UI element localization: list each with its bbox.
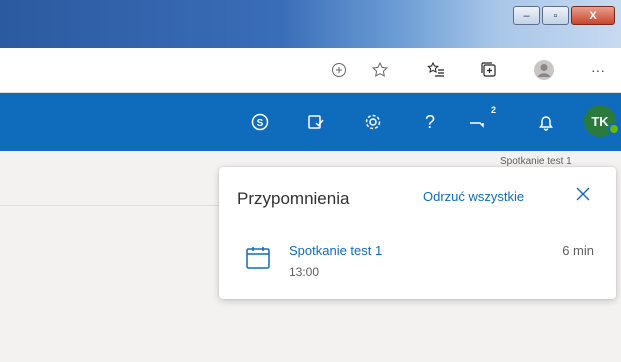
skype-icon[interactable]: S bbox=[248, 110, 272, 134]
gear-icon[interactable] bbox=[361, 110, 385, 134]
page-subtext: Spotkanie test 1 bbox=[500, 156, 572, 167]
maximize-button[interactable]: ▫ bbox=[542, 6, 569, 25]
reminder-title[interactable]: Spotkanie test 1 bbox=[289, 243, 382, 258]
svg-text:S: S bbox=[257, 118, 264, 129]
my-day-icon[interactable] bbox=[304, 110, 328, 134]
help-icon[interactable]: ? bbox=[418, 110, 442, 134]
chat-icon[interactable] bbox=[466, 110, 490, 134]
presence-status-icon bbox=[608, 123, 620, 135]
star-icon[interactable] bbox=[368, 58, 392, 82]
window-controls: – ▫ X bbox=[513, 6, 615, 25]
window-title-bar: – ▫ X bbox=[0, 0, 621, 48]
close-window-button[interactable]: X bbox=[571, 6, 615, 25]
more-menu-button[interactable]: ··· bbox=[586, 58, 610, 82]
bell-icon[interactable] bbox=[534, 110, 558, 134]
divider bbox=[0, 205, 219, 206]
collections-icon[interactable] bbox=[477, 58, 501, 82]
favorites-list-icon[interactable] bbox=[424, 58, 448, 82]
panel-title: Przypomnienia bbox=[237, 189, 350, 208]
dismiss-all-link[interactable]: Odrzuć wszystkie bbox=[423, 189, 524, 204]
chat-badge: 2 bbox=[491, 105, 497, 115]
minimize-button[interactable]: – bbox=[513, 6, 540, 25]
reminder-time: 13:00 bbox=[289, 265, 320, 279]
calendar-icon bbox=[245, 245, 271, 271]
list-item[interactable]: Spotkanie test 1 13:00 6 min bbox=[219, 233, 616, 289]
reminders-panel: Przypomnienia Odrzuć wszystkie Spotkanie… bbox=[219, 167, 616, 299]
add-circle-icon[interactable] bbox=[327, 58, 351, 82]
profile-icon[interactable] bbox=[532, 58, 556, 82]
close-icon[interactable] bbox=[575, 185, 591, 208]
reminder-due: 6 min bbox=[562, 243, 594, 258]
app-header: S ? 2 TK bbox=[0, 93, 621, 151]
browser-toolbar: ··· bbox=[0, 48, 621, 93]
